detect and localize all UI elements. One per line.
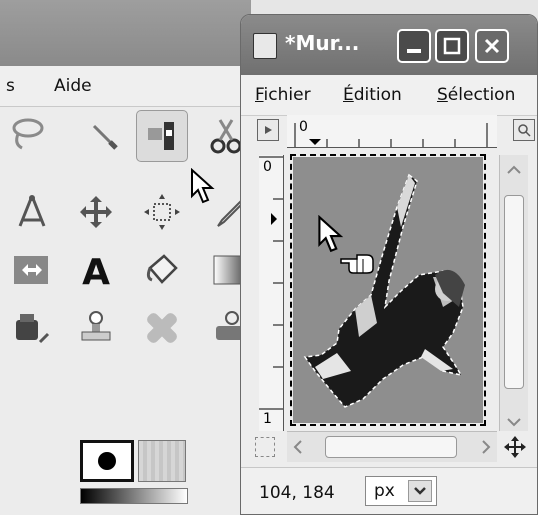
move-icon[interactable]	[70, 186, 122, 238]
ruler-ticks-top	[294, 123, 488, 147]
vertical-scroll-thumb[interactable]	[504, 195, 524, 389]
vertical-ruler[interactable]: 0 1	[259, 155, 284, 431]
window-title: *Mur...	[285, 31, 360, 55]
close-icon	[484, 38, 500, 54]
unit-value: px	[374, 481, 395, 501]
play-icon	[265, 126, 272, 134]
bucket-fill-icon[interactable]	[136, 244, 188, 296]
transform-icon[interactable]	[136, 186, 188, 238]
vertical-scrollbar[interactable]	[499, 155, 528, 431]
horizontal-scroll-thumb[interactable]	[325, 436, 457, 458]
ruler-top-zero: 0	[299, 119, 308, 135]
fg-bg-colors	[80, 440, 190, 504]
minimize-button[interactable]	[397, 29, 431, 63]
navigate-move-icon[interactable]	[503, 435, 527, 459]
scroll-right-icon[interactable]	[481, 439, 491, 455]
menu-partial[interactable]: s	[6, 76, 15, 96]
paintbrush-icon[interactable]	[78, 110, 130, 162]
menu-fichier[interactable]: Fichier	[255, 85, 311, 105]
status-bar: 104, 184 px	[241, 467, 537, 514]
maximize-icon	[443, 37, 461, 55]
measure-icon[interactable]	[6, 186, 58, 238]
flip-icon[interactable]	[6, 244, 58, 296]
horizontal-ruler[interactable]: 0	[287, 115, 497, 148]
hand-pointer-icon	[340, 254, 374, 274]
clone-icon[interactable]	[70, 302, 122, 354]
image-menubar: Fichier Édition Sélection	[241, 75, 537, 116]
image-window: *Mur... Fichier Édition Sélection 0 0 1 …	[240, 14, 538, 515]
maximize-button[interactable]	[435, 29, 469, 63]
horizontal-scrollbar[interactable]	[287, 431, 497, 462]
zoom-icon	[518, 124, 531, 137]
gradient-swatch[interactable]	[80, 488, 188, 504]
mouse-pointer-icon	[191, 168, 215, 204]
ruler-ticks-left	[259, 156, 283, 410]
align-icon[interactable]	[136, 110, 188, 162]
dancer-photo	[303, 173, 465, 408]
heal-icon[interactable]	[136, 302, 188, 354]
svg-text:A: A	[82, 252, 110, 290]
lasso-icon[interactable]	[0, 108, 52, 160]
chevron-down-icon[interactable]	[408, 480, 432, 502]
toolbox-menubar: s Aide	[0, 66, 250, 107]
image-window-titlebar[interactable]: *Mur...	[241, 15, 537, 75]
quick-mask-icon[interactable]	[255, 437, 275, 457]
close-button[interactable]	[475, 29, 509, 63]
text-icon[interactable]: A	[70, 244, 122, 296]
toolbox-titlebar[interactable]	[0, 0, 250, 66]
scroll-up-icon[interactable]	[506, 165, 522, 175]
menu-aide[interactable]: Aide	[54, 76, 92, 96]
menu-selection[interactable]: Sélection	[437, 85, 515, 105]
scroll-down-icon[interactable]	[506, 417, 522, 427]
menu-edition[interactable]: Édition	[343, 85, 402, 105]
ink-icon[interactable]	[6, 302, 58, 354]
foreground-color-swatch[interactable]	[80, 440, 134, 482]
navigate-button[interactable]	[257, 119, 279, 141]
app-icon	[253, 33, 277, 59]
ruler-left-zero: 0	[263, 159, 272, 175]
minimize-icon	[407, 49, 421, 53]
background-color-swatch[interactable]	[138, 440, 186, 482]
toolbox-window: s Aide A	[0, 0, 251, 515]
zoom-button[interactable]	[513, 119, 535, 141]
unit-select[interactable]: px	[365, 476, 437, 506]
image-canvas[interactable]	[290, 154, 486, 426]
ruler-left-one: 1	[263, 411, 272, 427]
desktop: s Aide A *Mur... Fichier Édition Sélecti…	[0, 0, 538, 515]
scroll-left-icon[interactable]	[293, 439, 303, 455]
pointer-coordinates: 104, 184	[259, 483, 335, 503]
